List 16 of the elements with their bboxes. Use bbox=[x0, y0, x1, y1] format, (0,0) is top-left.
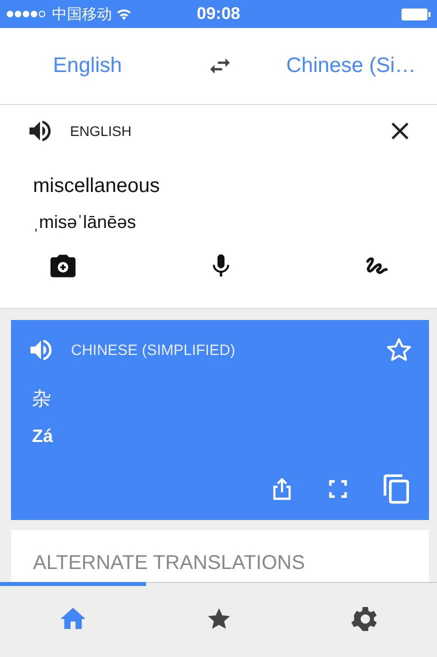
star-icon bbox=[385, 336, 413, 364]
translation-text: 杂 bbox=[32, 388, 52, 412]
wifi-icon bbox=[116, 8, 132, 20]
target-language-button[interactable]: Chinese (Si… bbox=[286, 54, 416, 78]
clock-time: 09:08 bbox=[196, 4, 240, 24]
language-label: ENGLISH bbox=[70, 123, 132, 139]
romanization-text: Zá bbox=[32, 426, 54, 447]
source-text: miscellaneous bbox=[33, 175, 161, 198]
source-language-button[interactable]: English bbox=[53, 54, 122, 78]
battery-icon bbox=[401, 8, 431, 20]
signal-icon bbox=[6, 10, 48, 18]
carrier-name: 中国移动 bbox=[52, 4, 112, 24]
section-title: ALTERNATE TRANSLATIONS bbox=[33, 552, 305, 574]
save-button[interactable] bbox=[385, 336, 413, 364]
phonetic-text: ˌmisəˈlānēəs bbox=[33, 212, 138, 233]
language-label: CHINESE (SIMPLIFIED) bbox=[71, 342, 236, 358]
